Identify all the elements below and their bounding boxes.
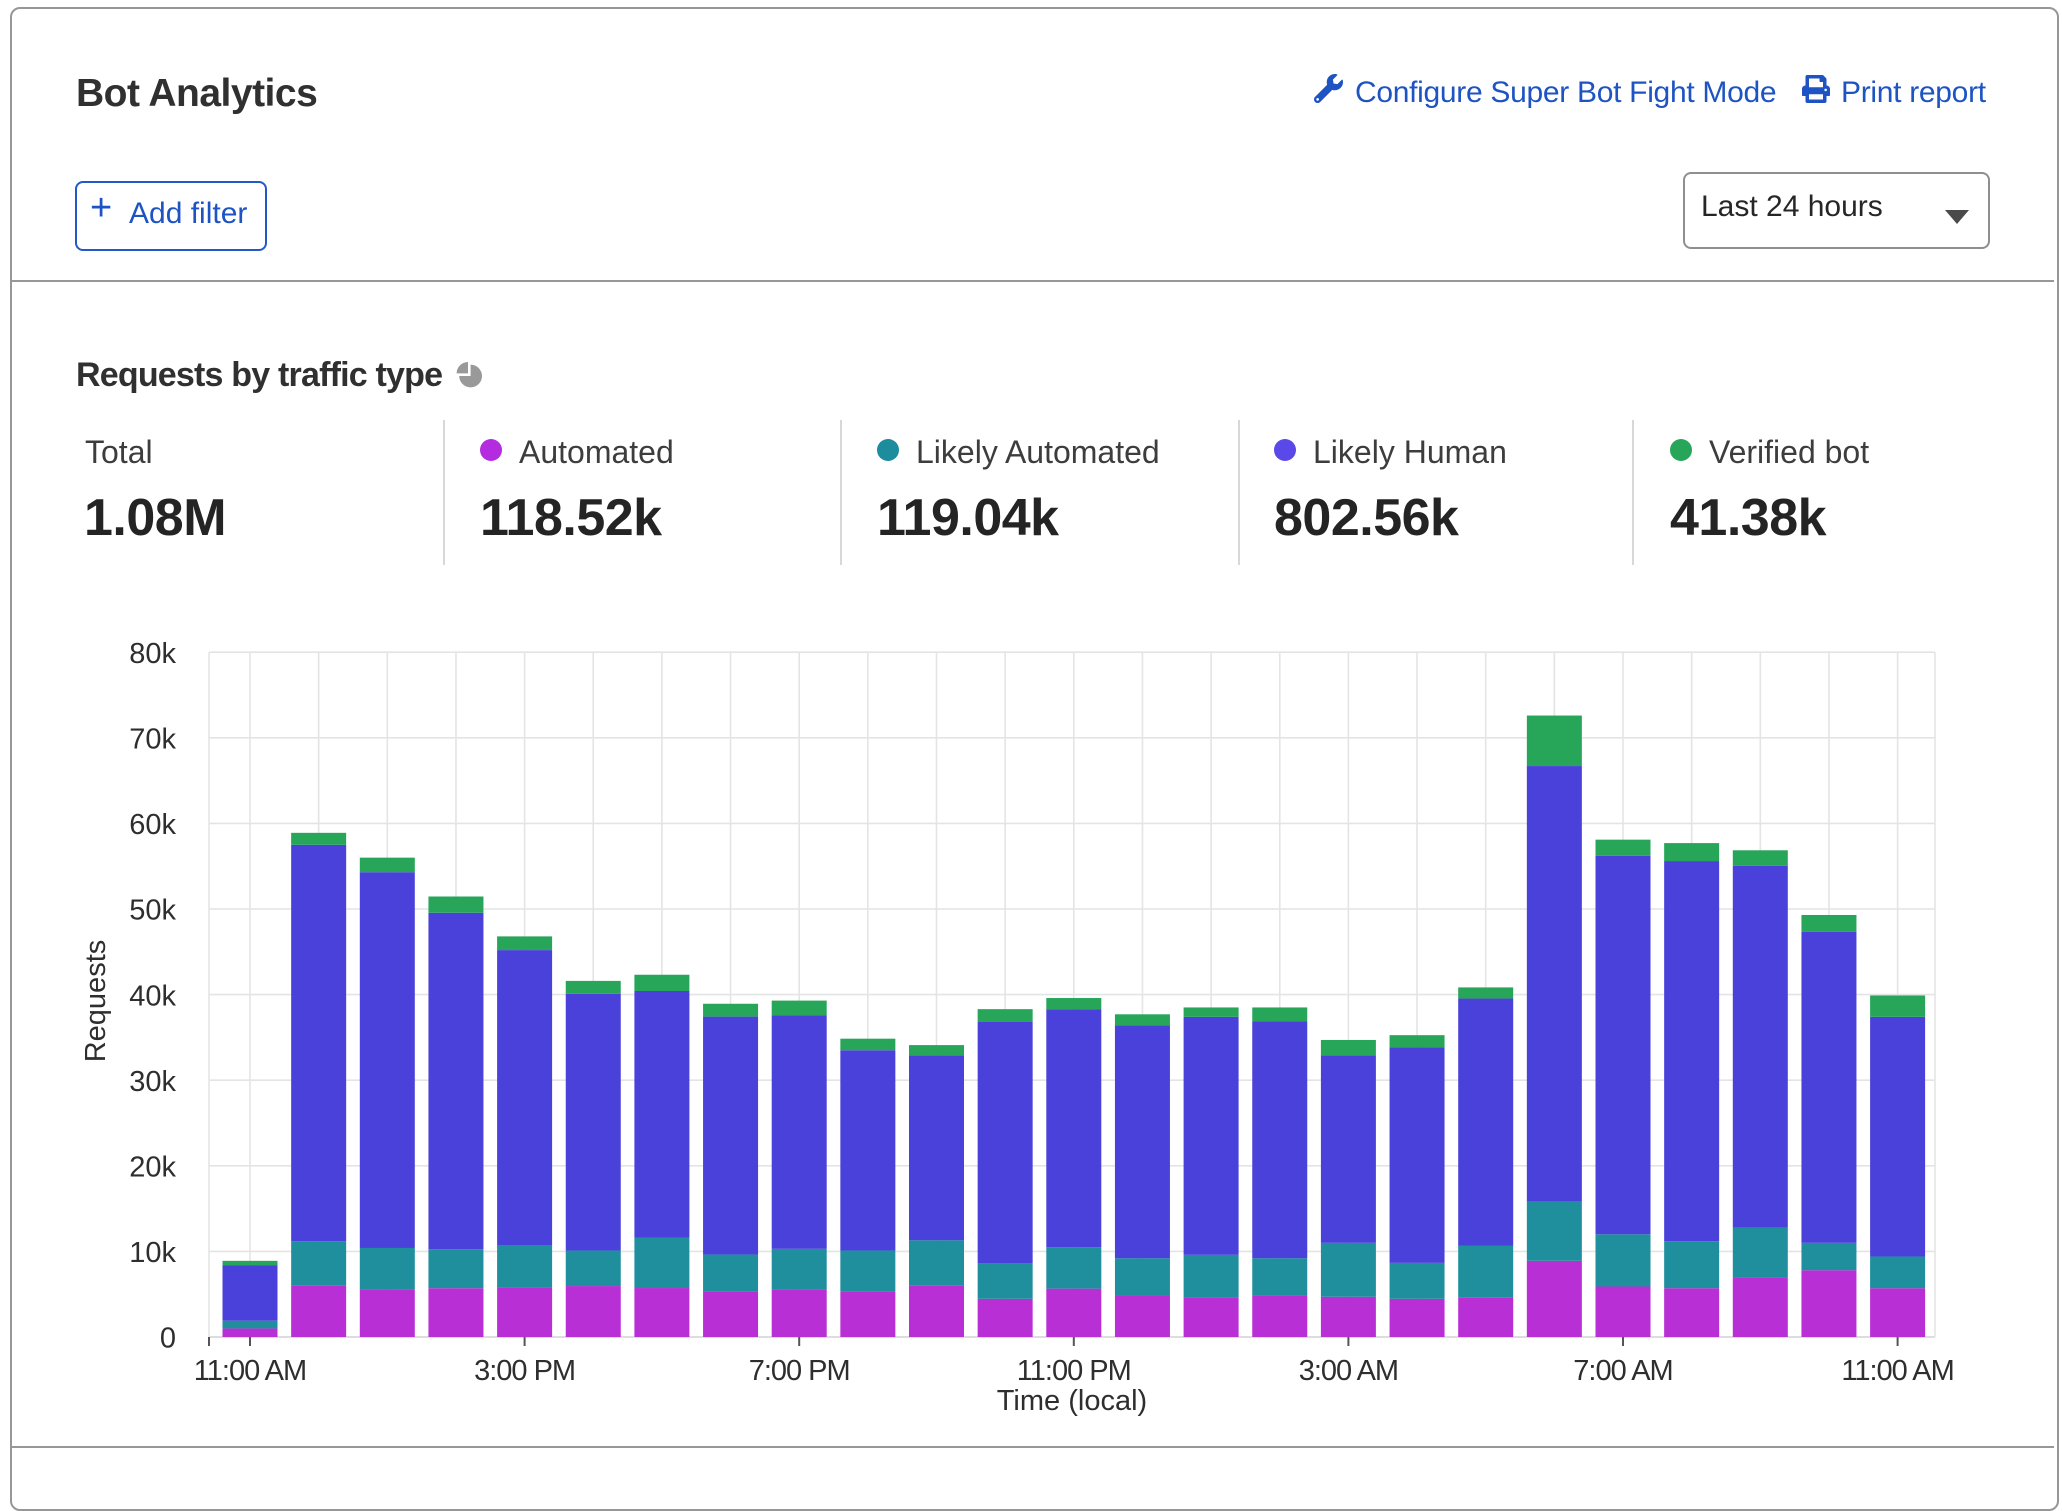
svg-text:11:00 AM: 11:00 AM [1841,1355,1953,1387]
svg-text:Requests: Requests [80,940,112,1063]
svg-text:30k: 30k [129,1066,176,1098]
svg-text:3:00 PM: 3:00 PM [474,1355,575,1387]
svg-text:Time (local): Time (local) [997,1385,1147,1417]
svg-text:10k: 10k [129,1237,176,1269]
svg-text:40k: 40k [129,980,176,1012]
svg-text:60k: 60k [129,809,176,841]
svg-text:7:00 PM: 7:00 PM [749,1355,850,1387]
svg-text:70k: 70k [129,723,176,755]
svg-text:11:00 PM: 11:00 PM [1017,1355,1131,1387]
svg-text:3:00 AM: 3:00 AM [1299,1355,1398,1387]
svg-text:20k: 20k [129,1151,176,1183]
svg-text:80k: 80k [129,638,176,670]
svg-text:7:00 AM: 7:00 AM [1573,1355,1672,1387]
svg-text:11:00 AM: 11:00 AM [194,1355,306,1387]
svg-text:0: 0 [160,1323,176,1355]
svg-text:50k: 50k [129,895,176,927]
